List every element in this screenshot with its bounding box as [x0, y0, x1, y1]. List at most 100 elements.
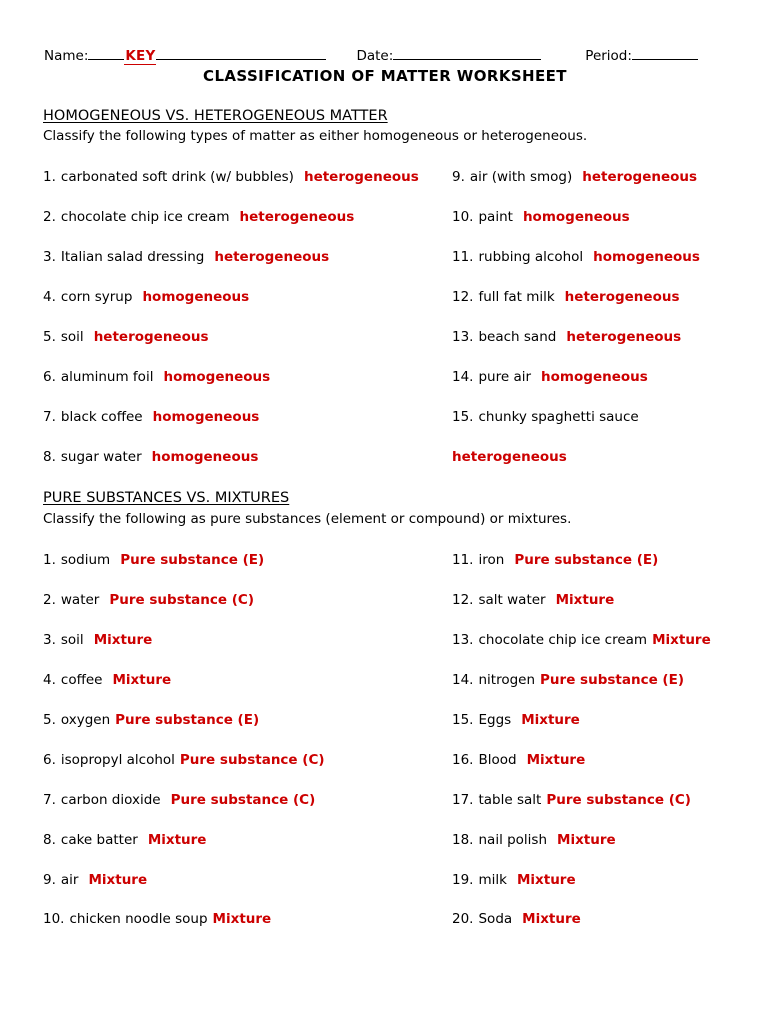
question-prompt: air (with smog)	[469, 169, 573, 185]
answer-text: heterogeneous	[214, 249, 330, 265]
question-row: 11. rubbing alcohol homogeneous	[452, 249, 700, 266]
answer-text: Pure substance (C)	[109, 592, 255, 608]
question-prompt: Italian salad dressing	[60, 249, 205, 265]
answer-text: Mixture	[526, 752, 586, 768]
answer-text: Pure substance (C)	[546, 792, 691, 808]
question-row: 10. paint homogeneous	[452, 209, 630, 226]
answer-text: heterogeneous	[566, 329, 682, 345]
answer-text: Mixture	[212, 911, 272, 927]
question-prompt: isopropyl alcohol	[60, 752, 175, 768]
question-number: 4.	[43, 672, 56, 688]
name-field: Name: KEY	[44, 46, 327, 65]
answer-text: homogeneous	[522, 209, 630, 225]
question-prompt: carbon dioxide	[60, 792, 161, 808]
question-prompt: water	[60, 592, 100, 608]
question-number: 19.	[452, 872, 474, 888]
question-prompt: cake batter	[60, 832, 138, 848]
answer-text: heterogeneous	[93, 329, 209, 345]
question-prompt: soil	[60, 329, 84, 345]
question-prompt: chocolate chip ice cream	[478, 632, 648, 648]
question-number: 3.	[43, 249, 56, 265]
question-row: 6. aluminum foil homogeneous	[43, 369, 270, 386]
answer-text: homogeneous	[593, 249, 700, 265]
answer-text: Mixture	[521, 712, 580, 728]
question-prompt: oxygen	[60, 712, 111, 728]
question-number: 1.	[43, 552, 56, 568]
answer-text: heterogeneous	[564, 289, 680, 305]
date-blank[interactable]	[393, 46, 542, 60]
question-prompt: Soda	[478, 911, 513, 927]
name-blank-left[interactable]	[88, 46, 125, 60]
question-row: 8. cake batter Mixture	[43, 832, 206, 849]
question-row: 13. beach sand heterogeneous	[452, 329, 681, 346]
question-row: 1. sodium Pure substance (E)	[43, 552, 264, 569]
question-number: 13.	[452, 329, 474, 345]
question-row: 10. chicken noodle soup Mixture	[43, 911, 271, 928]
question-prompt: sodium	[60, 552, 111, 568]
answer-text: Mixture	[112, 672, 172, 688]
question-row: 7. black coffee homogeneous	[43, 409, 259, 426]
question-row: 11. iron Pure substance (E)	[452, 552, 658, 569]
answer-text: heterogeneous	[303, 169, 419, 185]
question-number: 2.	[43, 209, 56, 225]
question-row: 5. oxygen Pure substance (E)	[43, 712, 259, 729]
question-row: 14. nitrogen Pure substance (E)	[452, 672, 684, 689]
question-prompt: chunky spaghetti sauce	[478, 409, 639, 425]
question-row: 2. chocolate chip ice cream heterogeneous	[43, 209, 354, 226]
question-row: 17. table salt Pure substance (C)	[452, 792, 691, 809]
period-field: Period:	[585, 46, 698, 64]
answer-text: homogeneous	[142, 289, 250, 305]
question-prompt: aluminum foil	[60, 369, 154, 385]
question-number: 13.	[452, 632, 474, 648]
question-number: 3.	[43, 632, 56, 648]
section-2-instruction: Classify the following as pure substance…	[43, 511, 572, 527]
question-row: 1. carbonated soft drink (w/ bubbles) hete…	[43, 169, 419, 186]
question-number: 14.	[452, 672, 474, 688]
question-number: 10.	[43, 911, 65, 927]
answer-text: Mixture	[516, 872, 576, 888]
question-number: 11.	[452, 552, 474, 568]
question-number: 11.	[452, 249, 474, 265]
question-prompt: salt water	[478, 592, 546, 608]
question-prompt: black coffee	[60, 409, 143, 425]
question-prompt: chicken noodle soup	[69, 911, 208, 927]
question-number: 12.	[452, 289, 474, 305]
question-number: 15.	[452, 712, 474, 728]
question-number: 18.	[452, 832, 474, 848]
answer-text: Mixture	[522, 911, 581, 927]
answer-text: homogeneous	[151, 449, 259, 465]
question-prompt: nitrogen	[478, 672, 536, 688]
question-number: 9.	[452, 169, 465, 185]
question-row: 9. air Mixture	[43, 872, 147, 889]
question-prompt: sugar water	[60, 449, 142, 465]
answer-text: Pure substance (E)	[115, 712, 260, 728]
question-row: 3. Italian salad dressing heterogeneous	[43, 249, 329, 266]
question-number: 5.	[43, 329, 56, 345]
question-row: 13. chocolate chip ice cream Mixture	[452, 632, 711, 649]
question-prompt: beach sand	[478, 329, 557, 345]
question-number: 7.	[43, 409, 56, 425]
question-row: 19. milk Mixture	[452, 872, 576, 889]
question-prompt: pure air	[478, 369, 532, 385]
period-blank[interactable]	[631, 46, 698, 60]
answer-text: homogeneous	[152, 409, 260, 425]
name-blank-right[interactable]	[156, 46, 327, 60]
question-number: 16.	[452, 752, 474, 768]
question-row: 16. Blood Mixture	[452, 752, 585, 769]
question-prompt: carbonated soft drink (w/ bubbles)	[60, 169, 294, 185]
question-number: 7.	[43, 792, 56, 808]
question-row: 8. sugar water homogeneous	[43, 449, 258, 466]
question-number: 8.	[43, 832, 56, 848]
question-prompt: chocolate chip ice cream	[60, 209, 230, 225]
answer-text: Mixture	[147, 832, 207, 848]
question-row: 2. water Pure substance (C)	[43, 592, 254, 609]
question-number: 5.	[43, 712, 56, 728]
question-prompt: corn syrup	[60, 289, 133, 305]
question-number: 2.	[43, 592, 56, 608]
answer-text: Pure substance (C)	[179, 752, 325, 768]
answer-text: Mixture	[557, 832, 616, 848]
question-row: 6. isopropyl alcohol Pure substance (C)	[43, 752, 325, 769]
question-prompt: coffee	[60, 672, 103, 688]
question-prompt: soil	[60, 632, 84, 648]
question-row: 7. carbon dioxide Pure substance (C)	[43, 792, 315, 809]
